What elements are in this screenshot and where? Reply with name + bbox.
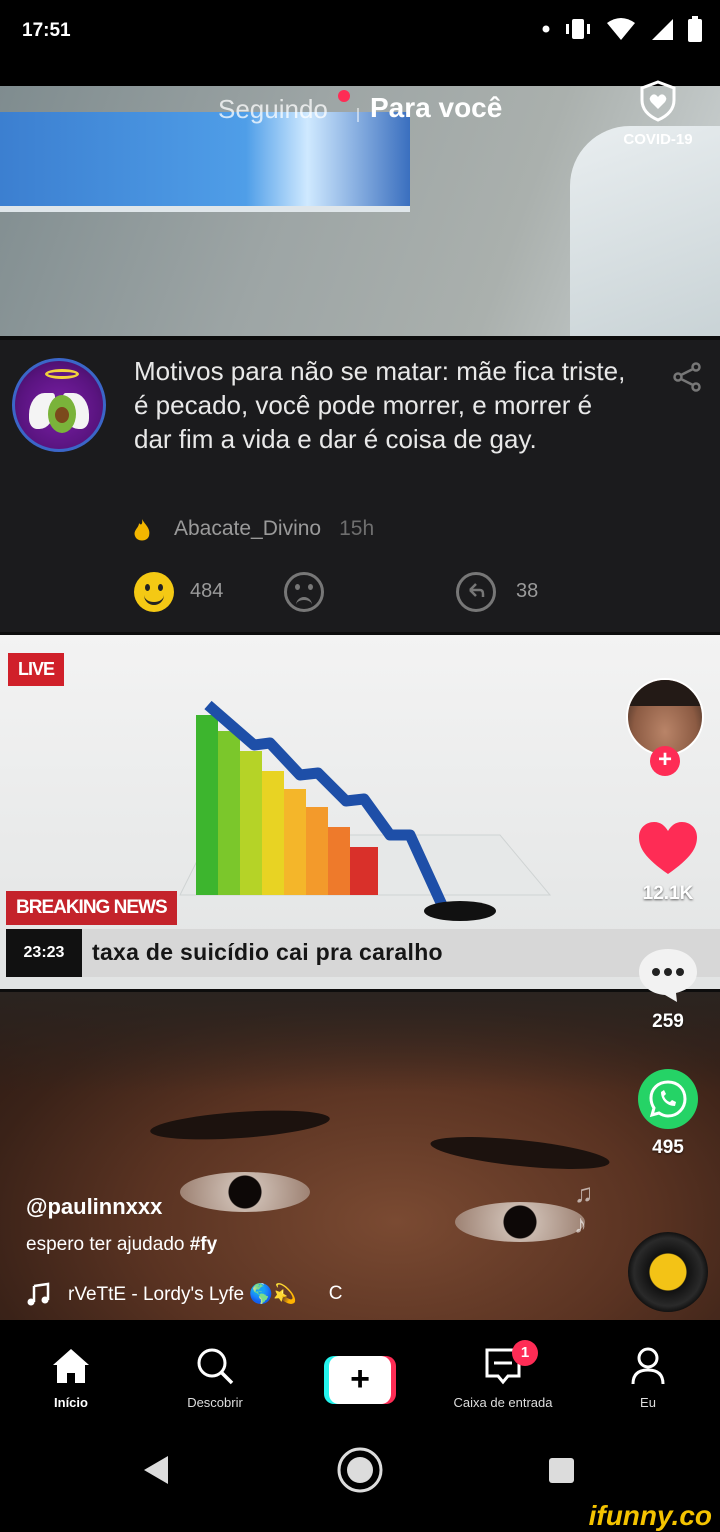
- meme-author-name: Abacate_Divino: [174, 517, 322, 540]
- share-button[interactable]: 495: [620, 1068, 716, 1159]
- video-player[interactable]: Motivos para não se matar: mãe fica tris…: [0, 86, 720, 1320]
- wall-image: [570, 126, 720, 336]
- top-tabs: Seguindo Para você: [0, 90, 720, 140]
- share-count: 495: [652, 1137, 684, 1158]
- nav-inbox[interactable]: Caixa de entrada: [433, 1346, 573, 1410]
- meme-time: 15h: [339, 517, 375, 540]
- smile-count: 484: [190, 580, 224, 602]
- home-circle-icon[interactable]: [336, 1446, 384, 1494]
- dot-icon: [542, 25, 550, 33]
- meme-card: Motivos para não se matar: mãe fica tris…: [0, 336, 720, 632]
- caption-description: espero ter ajudado: [26, 1234, 185, 1255]
- fire-icon: [134, 519, 150, 541]
- meme-avatar: [12, 358, 106, 452]
- status-icons: [542, 16, 702, 42]
- inbox-badge: 1: [512, 1340, 538, 1366]
- caption-hashtag[interactable]: #fy: [190, 1234, 217, 1255]
- meme-author-row: Abacate_Divino 15h: [134, 516, 374, 542]
- battery-icon: [688, 16, 702, 42]
- nav-home-label: Início: [54, 1395, 88, 1410]
- meme-reactions: 484 38: [134, 572, 614, 616]
- nav-home[interactable]: Início: [1, 1346, 141, 1410]
- comment-icon: [639, 949, 697, 1002]
- ticker-text: taxa de suicídio cai pra caralho: [92, 939, 443, 965]
- meme-text: Motivos para não se matar: mãe fica tris…: [134, 356, 626, 454]
- nav-inbox-label: Caixa de entrada: [453, 1395, 553, 1410]
- smile-icon: [134, 572, 174, 612]
- profile-icon: [631, 1347, 665, 1385]
- heart-icon: [639, 822, 697, 874]
- nav-profile[interactable]: Eu: [578, 1346, 718, 1410]
- vibrate-icon: [566, 19, 590, 39]
- ticker-time: 23:23: [6, 929, 82, 977]
- comment-count: 259: [652, 1011, 684, 1032]
- create-plus-icon: +: [329, 1356, 391, 1404]
- watermark: ifunny.co: [588, 1500, 712, 1531]
- creator-avatar[interactable]: [626, 678, 704, 756]
- system-nav: ifunny.co: [0, 1422, 720, 1532]
- tab-divider: [357, 108, 359, 122]
- music-row[interactable]: rVeTtE - Lordy's Lyfe 🌎💫 C: [26, 1282, 342, 1306]
- tab-for-you[interactable]: Para você: [370, 92, 502, 124]
- nav-profile-label: Eu: [640, 1395, 656, 1410]
- share-icon: [673, 362, 701, 392]
- nav-discover-label: Descobrir: [187, 1395, 243, 1410]
- comment-button[interactable]: 259: [620, 946, 716, 1033]
- create-button[interactable]: +: [324, 1356, 396, 1404]
- search-icon: [197, 1348, 234, 1385]
- home-icon: [53, 1349, 89, 1383]
- recents-icon[interactable]: [549, 1458, 574, 1483]
- status-time: 17:51: [22, 20, 71, 41]
- status-bar: 17:51: [0, 0, 720, 86]
- sad-icon: [284, 572, 324, 612]
- back-icon[interactable]: [142, 1454, 170, 1486]
- news-ticker: 23:23 taxa de suicídio cai pra caralho: [6, 929, 720, 977]
- tab-following[interactable]: Seguindo: [218, 94, 328, 125]
- music-note-icon: [27, 1282, 50, 1306]
- reply-icon: [456, 572, 496, 612]
- news-card: LIVE BREAKING NEWS 23:23 taxa de suicídi…: [0, 632, 720, 992]
- covid-button[interactable]: COVID-19: [616, 80, 700, 148]
- like-count: 12.1K: [642, 883, 694, 904]
- creator-handle[interactable]: @paulinnxxx: [26, 1194, 586, 1220]
- music-disc[interactable]: [628, 1232, 708, 1312]
- bottom-nav: Início Descobrir + Caixa de entrada 1 Eu: [0, 1320, 720, 1422]
- music-title: rVeTtE - Lordy's Lyfe 🌎💫: [68, 1284, 297, 1305]
- covid-label: COVID-19: [623, 131, 693, 148]
- falling-chart-image: [179, 700, 552, 921]
- caption-text: espero ter ajudado #fy: [26, 1234, 586, 1256]
- shield-heart-icon: [640, 80, 676, 122]
- reply-count: 38: [516, 580, 539, 602]
- following-dot: [338, 90, 350, 102]
- like-button[interactable]: 12.1K: [620, 820, 716, 905]
- breaking-news-label: BREAKING NEWS: [6, 891, 177, 925]
- wifi-icon: [607, 18, 635, 40]
- caption: @paulinnxxx espero ter ajudado #fy: [26, 1194, 586, 1256]
- live-badge: LIVE: [8, 653, 65, 686]
- music-title-tail: C: [328, 1283, 343, 1304]
- signal-icon: [652, 19, 673, 40]
- follow-button[interactable]: +: [650, 746, 680, 776]
- whatsapp-icon: [638, 1069, 698, 1129]
- creator-face-image: [0, 992, 720, 1320]
- nav-discover[interactable]: Descobrir: [145, 1346, 285, 1410]
